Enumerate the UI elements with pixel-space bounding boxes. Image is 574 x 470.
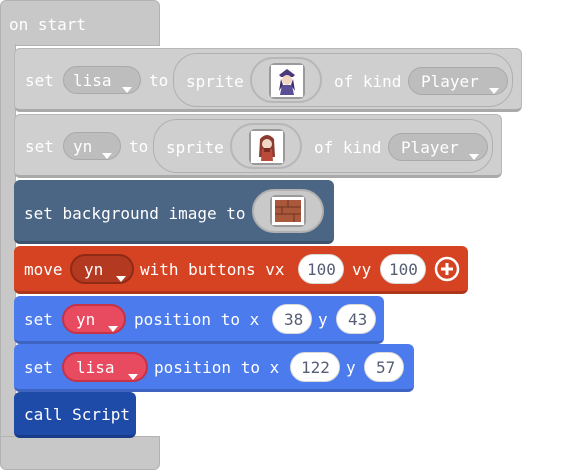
chevron-down-icon <box>116 267 126 286</box>
move-keyword: move <box>24 260 63 279</box>
vx-value: 100 <box>307 260 336 279</box>
vx-input[interactable]: 100 <box>298 254 344 284</box>
variable-label: yn <box>84 260 104 279</box>
of-kind-keyword: of kind <box>334 72 402 91</box>
brick-image <box>270 195 306 227</box>
y-label: y <box>318 310 328 329</box>
set-background-label: set background image to <box>24 204 246 223</box>
y-value: 57 <box>376 358 396 377</box>
kind-dropdown[interactable]: Player <box>408 67 508 95</box>
variable-label: lisa <box>76 358 115 377</box>
set-keyword: set <box>24 358 53 377</box>
variable-label: yn <box>76 310 96 329</box>
variable-label: yn <box>73 137 93 156</box>
variable-dropdown-yn[interactable]: yn <box>62 304 126 334</box>
chevron-down-icon <box>128 365 138 384</box>
sprite-yn-image <box>249 129 285 165</box>
variable-dropdown-yn[interactable]: yn <box>63 132 121 160</box>
set-lisa-position-block[interactable]: set lisa position to x 122 y 57 <box>14 344 414 392</box>
set-yn-sprite-block[interactable]: set yn to sprite of kind Player <box>14 114 502 178</box>
x-value: 38 <box>284 310 304 329</box>
x-input[interactable]: 122 <box>290 352 340 382</box>
set-lisa-sprite-block[interactable]: set lisa to sprite of kind Player <box>14 48 522 112</box>
chevron-down-icon <box>469 145 479 164</box>
of-kind-keyword: of kind <box>314 138 382 157</box>
sprite-lisa-image <box>269 63 305 99</box>
y-value: 43 <box>348 310 368 329</box>
background-image-slot[interactable] <box>252 189 324 233</box>
chevron-down-icon <box>102 144 112 163</box>
y-input[interactable]: 57 <box>364 352 404 382</box>
kind-label: Player <box>421 72 479 91</box>
move-with-buttons-block[interactable]: move yn with buttons vx 100 vy 100 <box>14 246 468 294</box>
y-input[interactable]: 43 <box>336 304 376 334</box>
x-value: 122 <box>301 358 330 377</box>
sprite-image-slot[interactable] <box>250 57 322 103</box>
sprite-of-kind-reporter[interactable]: sprite of kind Player <box>173 53 513 107</box>
y-label: y <box>346 358 356 377</box>
vy-input[interactable]: 100 <box>380 254 426 284</box>
to-keyword: to <box>149 71 169 90</box>
variable-dropdown-yn[interactable]: yn <box>70 254 134 284</box>
set-keyword: set <box>25 71 54 90</box>
x-input[interactable]: 38 <box>272 304 312 334</box>
call-script-label: call Script <box>24 405 130 424</box>
sprite-of-kind-reporter[interactable]: sprite of kind Player <box>153 119 493 173</box>
chevron-down-icon <box>489 79 499 98</box>
set-background-image-block[interactable]: set background image to <box>14 180 334 244</box>
variable-label: lisa <box>73 71 112 90</box>
call-script-block[interactable]: call Script <box>14 392 136 438</box>
sprite-keyword: sprite <box>166 138 224 157</box>
vy-value: 100 <box>389 260 418 279</box>
sprite-keyword: sprite <box>186 72 244 91</box>
plus-circle-icon[interactable] <box>434 256 460 282</box>
chevron-down-icon <box>108 317 118 336</box>
kind-dropdown[interactable]: Player <box>388 133 488 161</box>
on-start-footer <box>0 436 160 470</box>
to-keyword: to <box>129 137 149 156</box>
set-keyword: set <box>24 310 53 329</box>
on-start-block[interactable]: on start <box>0 0 160 46</box>
position-to-x-label: position to x <box>134 310 260 329</box>
variable-dropdown-lisa[interactable]: lisa <box>62 352 148 382</box>
sprite-image-slot[interactable] <box>230 123 302 169</box>
set-keyword: set <box>25 137 54 156</box>
on-start-label: on start <box>9 15 87 34</box>
kind-label: Player <box>401 138 459 157</box>
set-yn-position-block[interactable]: set yn position to x 38 y 43 <box>14 296 384 344</box>
chevron-down-icon <box>122 78 132 97</box>
vy-label: vy <box>352 260 372 279</box>
with-buttons-vx-label: with buttons vx <box>140 260 285 279</box>
variable-dropdown-lisa[interactable]: lisa <box>63 66 141 94</box>
position-to-x-label: position to x <box>154 358 280 377</box>
